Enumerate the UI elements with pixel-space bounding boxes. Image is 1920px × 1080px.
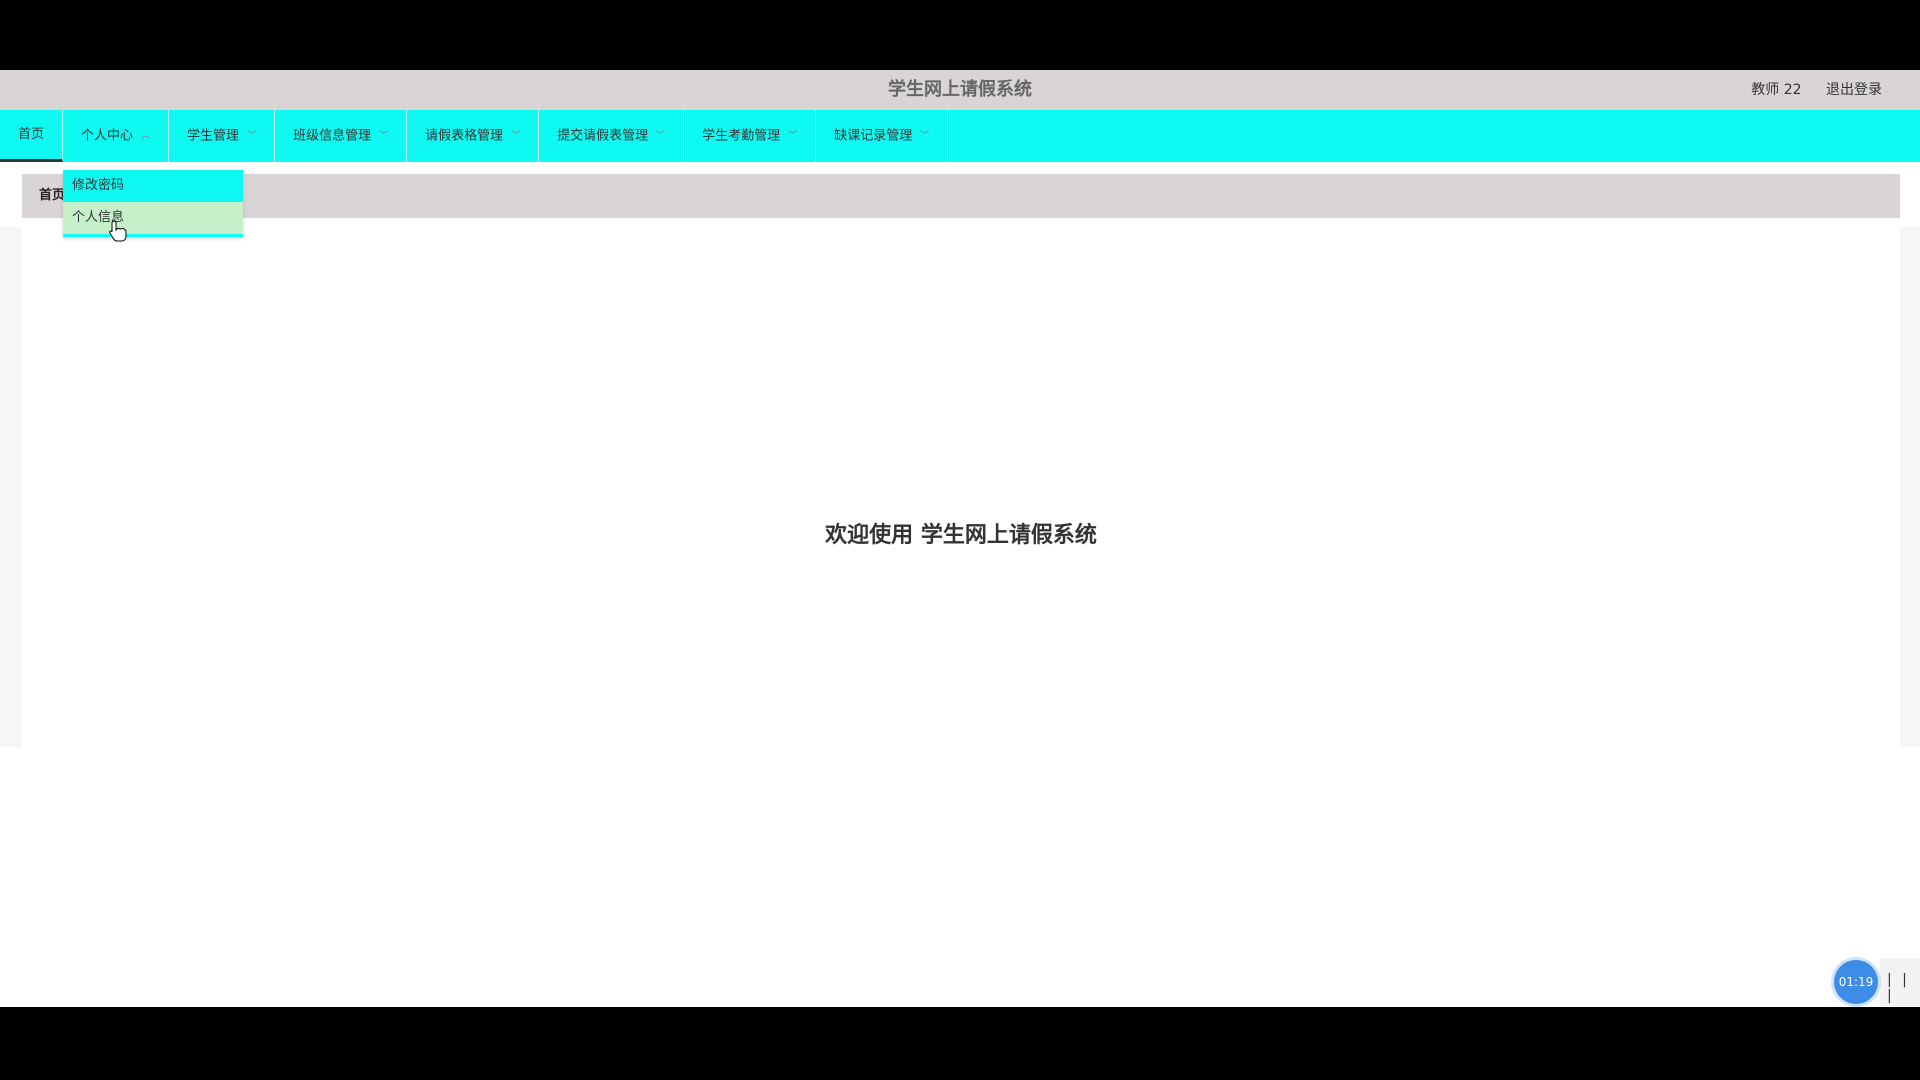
nav-item-class-info-management[interactable]: 班级信息管理 ﹀ (275, 110, 408, 162)
chevron-down-icon: ﹀ (920, 131, 930, 141)
content-frame: 欢迎使用 学生网上请假系统 (0, 227, 1920, 747)
nav-item-label: 学生管理 (187, 128, 240, 144)
user-area: 教师 22 退出登录 (1751, 70, 1882, 110)
welcome-message: 欢迎使用 学生网上请假系统 (825, 523, 1097, 548)
pause-icon[interactable]: | | | (1887, 972, 1920, 1004)
nav-item-leave-form-management[interactable]: 请假表格管理 ﹀ (407, 110, 540, 162)
nav-item-label: 个人中心 (81, 128, 134, 144)
nav-item-label: 班级信息管理 (293, 128, 372, 144)
nav-item-absence-record-management[interactable]: 缺课记录管理 ﹀ (816, 110, 949, 162)
nav-item-label: 提交请假表管理 (557, 128, 649, 144)
breadcrumb: 首页 (22, 174, 1900, 218)
nav-item-submitted-leave-management[interactable]: 提交请假表管理 ﹀ (539, 110, 685, 162)
browser-viewport: 学生网上请假系统 教师 22 退出登录 首页 个人中心 ︿ 学生管理 ﹀ 班级信息管… (0, 70, 1920, 1007)
app-header: 学生网上请假系统 教师 22 退出登录 (0, 70, 1920, 110)
chevron-up-icon: ︿ (141, 131, 151, 141)
nav-item-attendance-management[interactable]: 学生考勤管理 ﹀ (684, 110, 817, 162)
personal-center-dropdown: 修改密码 个人信息 (63, 170, 243, 237)
main-nav: 首页 个人中心 ︿ 学生管理 ﹀ 班级信息管理 ﹀ 请假表格管理 ﹀ 提交请假表管理 ﹀ … (0, 110, 1920, 162)
nav-item-label: 首页 (18, 127, 45, 142)
menu-item-change-password[interactable]: 修改密码 (63, 170, 243, 202)
hand-cursor-icon (109, 220, 127, 242)
chevron-down-icon: ﹀ (656, 131, 666, 141)
nav-item-label: 缺课记录管理 (834, 128, 913, 144)
app-title: 学生网上请假系统 (888, 79, 1032, 100)
chevron-down-icon: ﹀ (379, 131, 389, 141)
logout-link[interactable]: 退出登录 (1826, 70, 1882, 110)
recording-timer[interactable]: 01:19 (1834, 960, 1878, 1004)
chevron-down-icon: ﹀ (788, 131, 798, 141)
nav-item-home[interactable]: 首页 (0, 110, 64, 162)
nav-item-label: 请假表格管理 (425, 128, 504, 144)
current-user: 教师 22 (1751, 82, 1802, 98)
menu-item-personal-info[interactable]: 个人信息 (63, 202, 243, 234)
nav-item-personal-center[interactable]: 个人中心 ︿ (63, 110, 170, 162)
nav-item-student-management[interactable]: 学生管理 ﹀ (169, 110, 276, 162)
letterbox-bottom (0, 1007, 1920, 1080)
letterbox-top (0, 0, 1920, 70)
chevron-down-icon: ﹀ (247, 131, 257, 141)
content-panel: 欢迎使用 学生网上请假系统 (22, 227, 1900, 747)
chevron-down-icon: ﹀ (511, 131, 521, 141)
breadcrumb-home[interactable]: 首页 (39, 174, 65, 218)
nav-item-label: 学生考勤管理 (702, 128, 781, 144)
